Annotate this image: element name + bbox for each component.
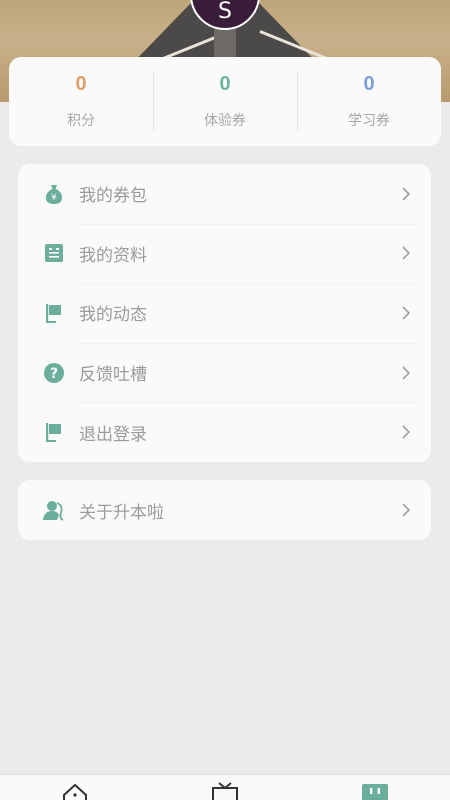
menu-item-my-activity[interactable]: 我的动态 <box>18 283 431 343</box>
chevron-right-icon <box>402 366 411 380</box>
menu-item-coupon-wallet[interactable]: ¥ 我的券包 <box>18 164 431 224</box>
menu-item-label: 我的券包 <box>79 186 147 207</box>
flag-icon <box>43 302 65 324</box>
svg-text:¥: ¥ <box>51 193 57 203</box>
menu-item-label: 反馈吐槽 <box>79 365 147 386</box>
document-icon <box>43 242 65 264</box>
tv-icon <box>212 782 238 800</box>
stat-points-value: 0 <box>75 72 87 95</box>
menu-card: ¥ 我的券包 我的资料 我的动态 ? 反馈吐槽 退出登录 <box>18 164 431 462</box>
chevron-right-icon <box>402 306 411 320</box>
tab-profile[interactable] <box>300 775 450 800</box>
menu-item-feedback[interactable]: ? 反馈吐槽 <box>18 342 431 403</box>
tab-home[interactable] <box>0 775 150 800</box>
stat-study-coupons[interactable]: 0 学习券 <box>297 57 441 146</box>
menu-item-label: 退出登录 <box>79 424 147 445</box>
stat-study-coupons-label: 学习券 <box>348 112 390 129</box>
money-bag-icon: ¥ <box>43 183 65 205</box>
menu-item-about[interactable]: 关于升本啦 <box>18 480 431 540</box>
question-icon: ? <box>43 362 65 384</box>
chevron-right-icon <box>402 425 411 439</box>
flag-icon <box>43 421 65 443</box>
user-icon <box>43 499 65 521</box>
bottom-tab-bar <box>0 774 450 800</box>
stat-trial-coupons-label: 体验券 <box>204 112 246 129</box>
stat-trial-coupons-value: 0 <box>219 72 231 95</box>
menu-item-label: 我的资料 <box>79 245 147 266</box>
menu-item-my-profile[interactable]: 我的资料 <box>18 223 431 284</box>
chevron-right-icon <box>402 503 411 517</box>
stat-study-coupons-value: 0 <box>363 72 375 95</box>
about-card: 关于升本啦 <box>18 480 431 540</box>
stat-points-label: 积分 <box>67 112 95 129</box>
chevron-right-icon <box>402 246 411 260</box>
stat-trial-coupons[interactable]: 0 体验券 <box>153 57 297 146</box>
svg-text:?: ? <box>50 366 58 382</box>
stat-points[interactable]: 0 积分 <box>9 57 153 146</box>
tab-videos[interactable] <box>150 775 300 800</box>
home-icon <box>63 783 87 800</box>
menu-item-label: 我的动态 <box>79 305 147 326</box>
menu-item-logout[interactable]: 退出登录 <box>18 402 431 462</box>
chevron-right-icon <box>402 187 411 201</box>
profile-tab-icon <box>362 784 388 800</box>
stats-card: 0 积分 0 体验券 0 学习券 <box>9 57 441 146</box>
menu-item-label: 关于升本啦 <box>79 502 164 523</box>
